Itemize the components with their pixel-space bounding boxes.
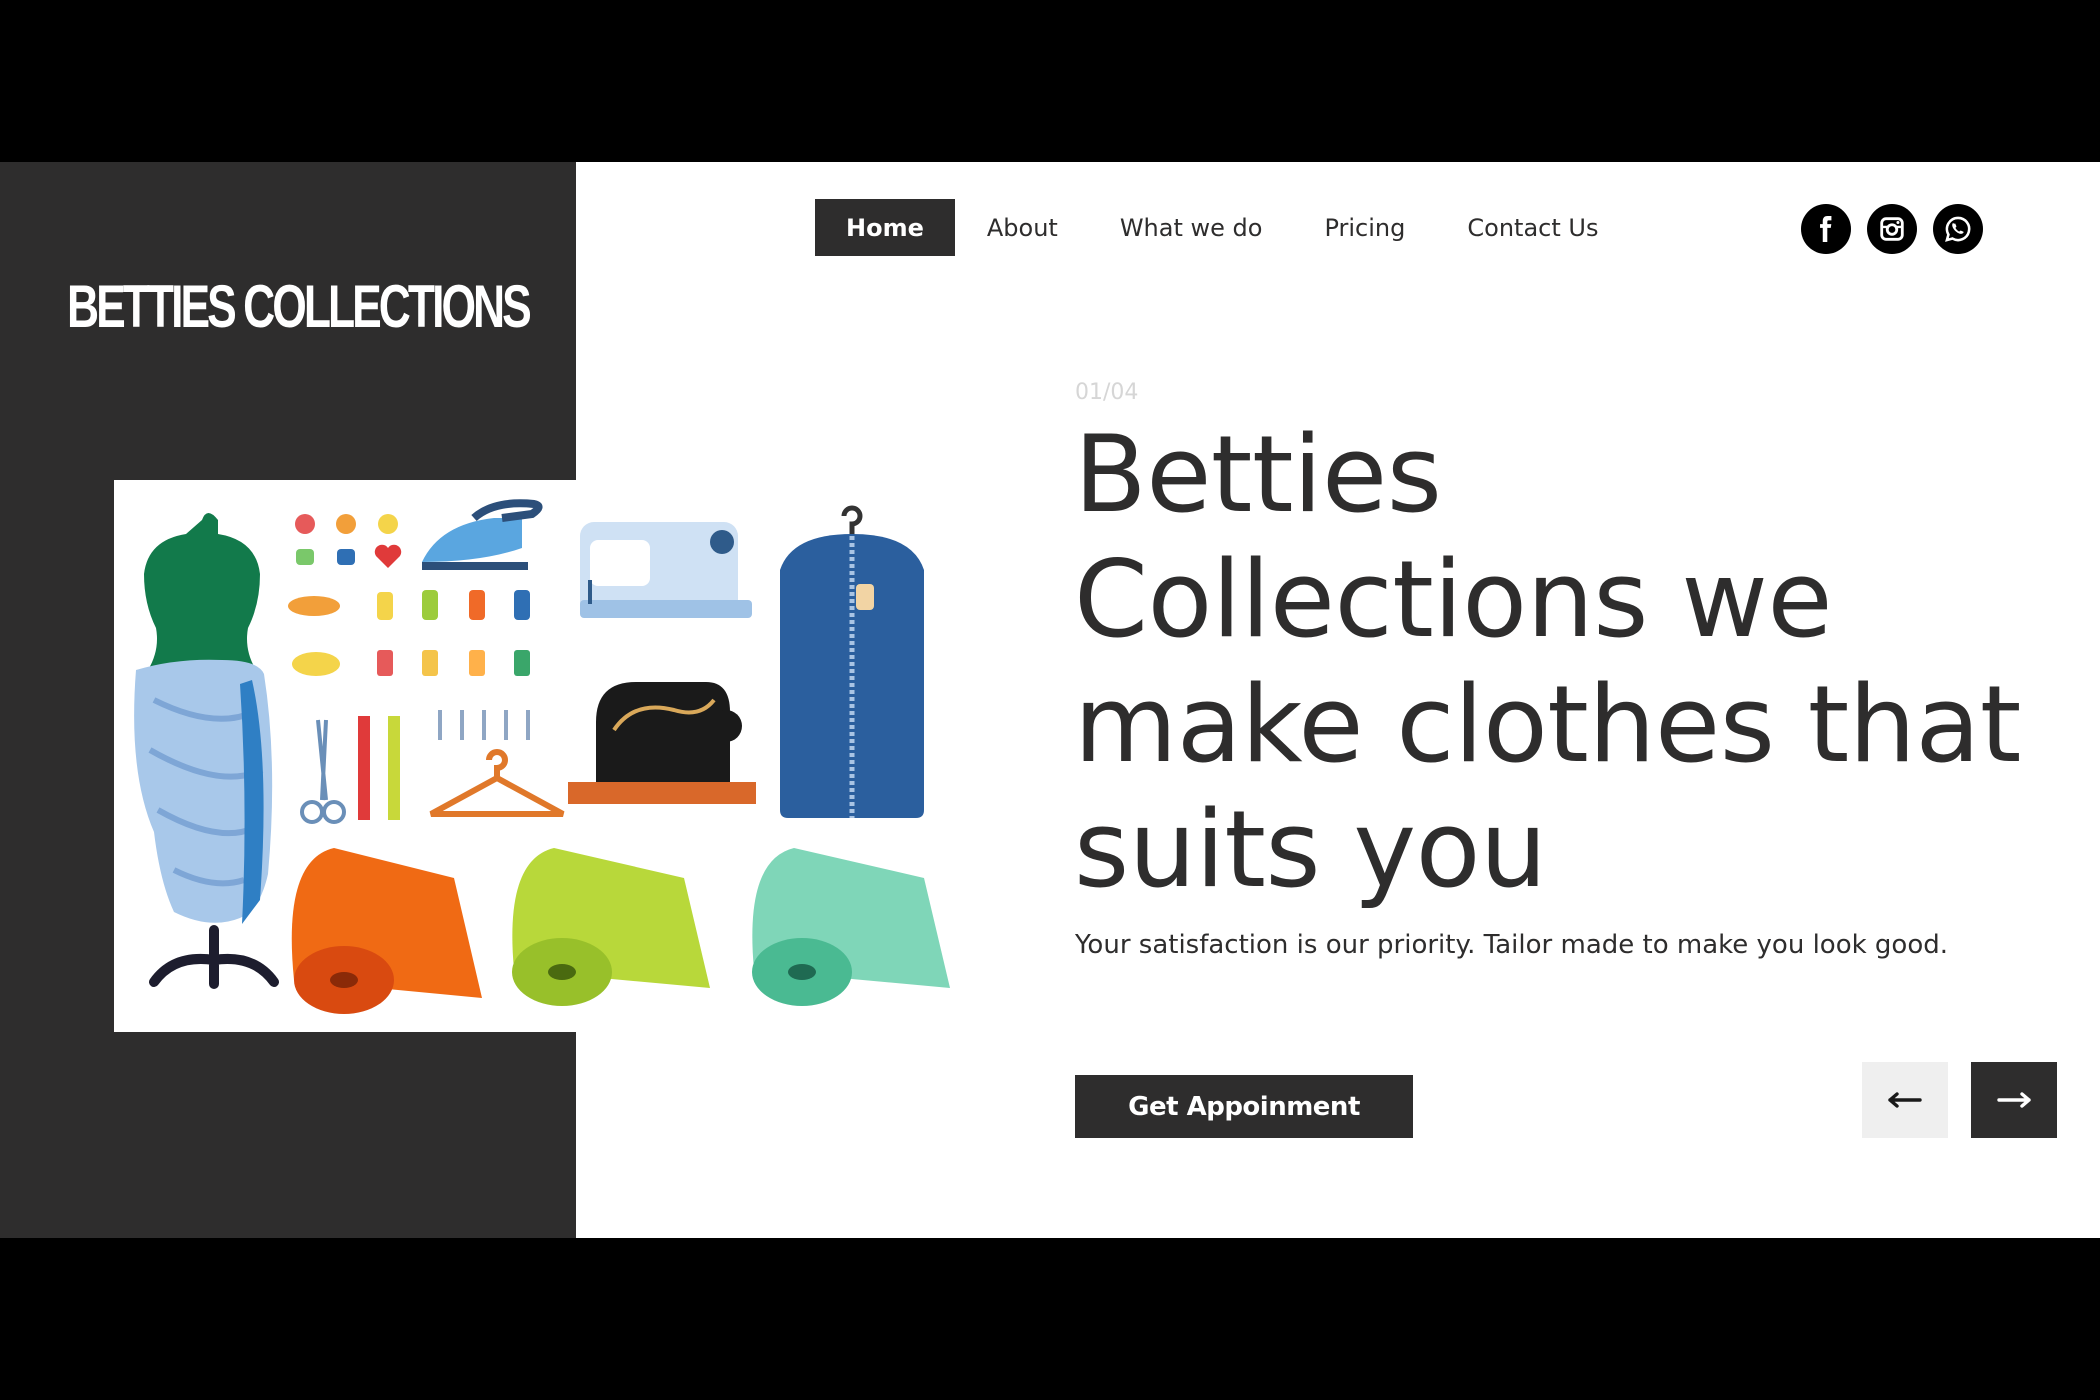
nav-what-we-do[interactable]: What we do xyxy=(1089,199,1294,256)
fabric-roll-green-icon xyxy=(512,848,710,1006)
buttons-icon xyxy=(295,514,402,568)
whatsapp-icon[interactable] xyxy=(1933,204,1983,254)
iron-icon xyxy=(422,499,543,570)
nav-about[interactable]: About xyxy=(955,199,1089,256)
sewing-tools-illustration xyxy=(114,480,981,1032)
fabric-roll-orange-icon xyxy=(291,848,482,1014)
main-nav: Home About What we do Pricing Contact Us xyxy=(815,199,1629,256)
mannequin-icon xyxy=(134,513,279,989)
arrow-right-icon xyxy=(1997,1092,2031,1108)
slider-next-button[interactable] xyxy=(1971,1062,2057,1138)
slider-prev-button[interactable] xyxy=(1862,1062,1948,1138)
nav-pricing[interactable]: Pricing xyxy=(1293,199,1436,256)
hero-headline: Betties Collections we make clothes that… xyxy=(1074,413,2021,911)
arrow-left-icon xyxy=(1888,1092,1922,1108)
garment-bag-icon xyxy=(780,505,924,818)
page-viewport: BETTIES COLLECTIONS Home About What we d… xyxy=(0,162,2100,1238)
instagram-icon[interactable] xyxy=(1867,204,1917,254)
hanger-icon xyxy=(429,749,565,817)
sewing-machine-icon xyxy=(580,522,752,618)
brand-logo[interactable]: BETTIES COLLECTIONS xyxy=(67,272,532,341)
scissors-icon xyxy=(300,719,346,824)
fabric-roll-teal-icon xyxy=(752,848,950,1006)
slide-counter: 01/04 xyxy=(1075,380,1139,405)
nav-home[interactable]: Home xyxy=(815,199,955,256)
safety-pins-icon xyxy=(438,710,530,740)
hero-subtext: Your satisfaction is our priority. Tailo… xyxy=(1075,930,1949,960)
nav-contact-us[interactable]: Contact Us xyxy=(1436,199,1629,256)
social-links xyxy=(1801,204,1983,254)
facebook-icon[interactable] xyxy=(1801,204,1851,254)
vintage-sewing-machine-icon xyxy=(568,682,756,804)
zipper-icon xyxy=(358,716,400,820)
thread-spools-icon xyxy=(288,590,530,676)
get-appointment-button[interactable]: Get Appoinment xyxy=(1075,1075,1413,1138)
